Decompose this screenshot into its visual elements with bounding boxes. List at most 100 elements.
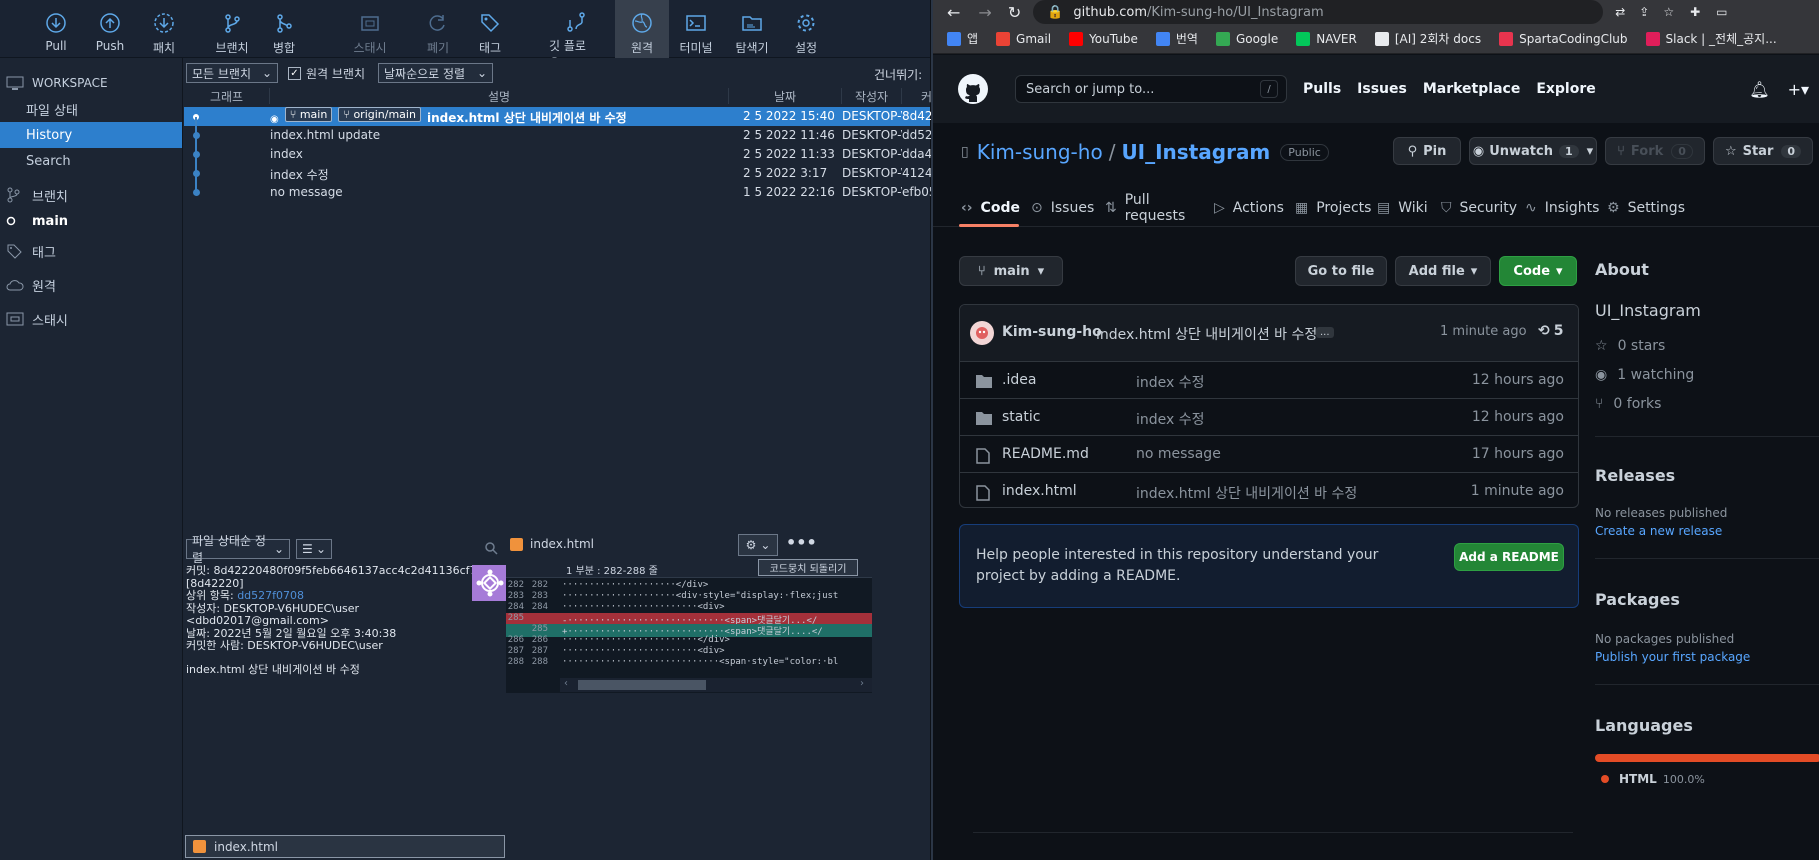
create-release-link[interactable]: Create a new release bbox=[1595, 524, 1722, 538]
add-file-button[interactable]: Add file ▾ bbox=[1395, 256, 1491, 286]
commit-row[interactable]: index.html update 2 5 2022 11:46 DESKTOP-V… bbox=[184, 126, 944, 145]
commit-row[interactable]: no message1 5 2022 22:16DESKTOP-V6HUDefb… bbox=[184, 183, 944, 202]
github-logo-icon[interactable] bbox=[957, 73, 989, 105]
tab-security[interactable]: ⛉ Security bbox=[1441, 190, 1517, 226]
tags-section[interactable]: 태그 bbox=[0, 238, 182, 264]
github-nav-explore[interactable]: Explore bbox=[1536, 81, 1595, 97]
github-nav-pulls[interactable]: Pulls bbox=[1303, 81, 1341, 97]
commit-row[interactable]: index2 5 2022 11:33DESKTOP-V6HUDdda4ef3 bbox=[184, 145, 944, 164]
toolbar-stash-button[interactable]: 스태시 bbox=[343, 0, 397, 58]
translate-icon[interactable]: ⇄ bbox=[1615, 5, 1625, 19]
sidebar-item-file-status[interactable]: 파일 상태 bbox=[0, 96, 182, 122]
github-nav-issues[interactable]: Issues bbox=[1357, 81, 1407, 97]
go-to-file-button[interactable]: Go to file bbox=[1295, 256, 1387, 286]
workspace-section[interactable]: WORKSPACE bbox=[0, 70, 182, 96]
scroll-left-icon[interactable]: ‹ bbox=[564, 678, 568, 689]
file-row[interactable]: README.md no message 17 hours ago bbox=[960, 435, 1578, 472]
file-row[interactable]: .idea index 수정 12 hours ago bbox=[960, 361, 1578, 398]
toolbar-remote-button[interactable]: 원격 bbox=[615, 0, 669, 58]
toolbar-git-flow-button[interactable]: 깃 플로우... bbox=[549, 0, 603, 70]
back-icon[interactable]: ← bbox=[947, 3, 960, 22]
bookmark-item[interactable]: [AI] 2회차 docs bbox=[1374, 30, 1481, 47]
last-commit-author[interactable]: Kim-sung-ho bbox=[1002, 324, 1102, 340]
bookmark-item[interactable]: Slack | _전체_공지... bbox=[1645, 30, 1777, 47]
file-sort-select[interactable]: 파일 상태순 정렬 ⌄ bbox=[186, 534, 290, 565]
last-commit-message[interactable]: index.html 상단 내비게이션 바 수정 bbox=[1096, 324, 1317, 344]
col-author[interactable]: 작성자 bbox=[842, 88, 902, 104]
list-mode-select[interactable]: ☰ ⌄ bbox=[296, 539, 332, 559]
branch-select[interactable]: ⑂ main ▾ bbox=[959, 256, 1063, 286]
unwatch-button[interactable]: ◉ Unwatch 1 ▾ bbox=[1469, 137, 1597, 165]
branch-tag[interactable]: ⑂ origin/main bbox=[338, 107, 421, 122]
tab-projects[interactable]: ▦ Projects bbox=[1295, 190, 1371, 226]
watching-stat[interactable]: ◉ 1 watching bbox=[1595, 367, 1694, 383]
tab-issues[interactable]: ⊙ Issues bbox=[1031, 190, 1094, 226]
stashes-section[interactable]: 스태시 bbox=[0, 306, 182, 332]
toolbar-explorer-button[interactable]: 탐색기 bbox=[725, 0, 779, 58]
commit-row[interactable]: ◉ ⑂ main ⑂ origin/main index.html 상단 내비게이션 … bbox=[184, 107, 944, 126]
file-name[interactable]: static bbox=[1002, 409, 1040, 425]
language-item-html[interactable]: HTML 100.0% bbox=[1601, 772, 1705, 786]
horizontal-scrollbar[interactable]: ‹ › bbox=[560, 678, 872, 692]
branch-filter-select[interactable]: 모든 브랜치 ⌄ bbox=[186, 63, 278, 83]
packages-title[interactable]: Packages bbox=[1595, 590, 1680, 609]
releases-title[interactable]: Releases bbox=[1595, 466, 1675, 485]
file-name[interactable]: .idea bbox=[1002, 372, 1036, 388]
scroll-right-icon[interactable]: › bbox=[860, 678, 864, 689]
file-commit-message[interactable]: index 수정 bbox=[1136, 372, 1205, 392]
more-icon[interactable]: ••• bbox=[786, 533, 817, 552]
file-row[interactable]: static index 수정 12 hours ago bbox=[960, 398, 1578, 435]
parent-commit-link[interactable]: dd527f0708 bbox=[237, 589, 304, 602]
branch-tag[interactable]: ⑂ main bbox=[284, 107, 333, 122]
bookmark-item[interactable]: Google bbox=[1215, 31, 1278, 46]
bookmark-item[interactable]: 앱 bbox=[947, 30, 978, 47]
remote-branches-checkbox[interactable]: ✓ 원격 브랜치 bbox=[288, 65, 365, 82]
toolbar-branch-button[interactable]: 브랜치 bbox=[205, 0, 259, 58]
notifications-icon[interactable]: 🔔︎ bbox=[1749, 80, 1769, 99]
toolbar-fetch-button[interactable]: 패치 bbox=[137, 0, 191, 58]
revert-hunk-button[interactable]: 코드뭉치 되돌리기 bbox=[758, 559, 858, 576]
file-name[interactable]: README.md bbox=[1002, 446, 1089, 462]
file-commit-message[interactable]: index.html 상단 내비게이션 바 수정 bbox=[1136, 483, 1357, 503]
changed-file-row[interactable]: index.html bbox=[185, 835, 505, 858]
toolbar-settings-button[interactable]: 설정 bbox=[779, 0, 833, 58]
stars-stat[interactable]: ☆ 0 stars bbox=[1595, 338, 1665, 354]
create-new-icon[interactable]: +▾ bbox=[1788, 80, 1809, 99]
reload-icon[interactable]: ↻ bbox=[1008, 3, 1021, 22]
commit-row[interactable]: index 수정2 5 2022 3:17DESKTOP-V6HUD4124f6… bbox=[184, 164, 944, 183]
sort-select[interactable]: 날짜순으로 정렬 ⌄ bbox=[378, 63, 493, 83]
tab-insights[interactable]: ∿ Insights bbox=[1525, 190, 1599, 226]
search-icon[interactable] bbox=[484, 541, 498, 558]
star-icon[interactable]: ☆ bbox=[1663, 5, 1674, 19]
publish-package-link[interactable]: Publish your first package bbox=[1595, 650, 1750, 664]
tab-settings[interactable]: ⚙ Settings bbox=[1607, 190, 1685, 226]
file-commit-message[interactable]: index 수정 bbox=[1136, 409, 1205, 429]
bookmark-item[interactable]: 번역 bbox=[1155, 30, 1198, 47]
remotes-section[interactable]: 원격 bbox=[0, 272, 182, 298]
toolbar-pull-button[interactable]: Pull bbox=[29, 0, 83, 58]
file-row[interactable]: index.html index.html 상단 내비게이션 바 수정 1 minu… bbox=[960, 472, 1578, 507]
tab-actions[interactable]: ▷ Actions bbox=[1214, 190, 1284, 226]
commit-history-link[interactable]: ⟲ 5 bbox=[1538, 323, 1563, 339]
branches-section[interactable]: 브랜치 bbox=[0, 182, 182, 208]
media-icon[interactable]: ▭ bbox=[1716, 5, 1727, 19]
repo-name-link[interactable]: UI_Instagram bbox=[1121, 140, 1270, 164]
commit-ellipsis-button[interactable]: ... bbox=[1316, 327, 1334, 338]
file-commit-message[interactable]: no message bbox=[1136, 446, 1221, 462]
col-desc[interactable]: 설명 bbox=[270, 88, 729, 104]
tab-wiki[interactable]: ▤ Wiki bbox=[1377, 190, 1428, 226]
sidebar-item-history[interactable]: History bbox=[0, 122, 182, 148]
star-button[interactable]: ☆ Star 0 bbox=[1713, 137, 1813, 165]
scrollbar-thumb[interactable] bbox=[578, 680, 706, 690]
toolbar-terminal-button[interactable]: 터미널 bbox=[669, 0, 723, 58]
col-date[interactable]: 날짜 bbox=[729, 88, 842, 104]
github-search-input[interactable]: Search or jump to... / bbox=[1015, 75, 1287, 103]
forks-stat[interactable]: ⑂ 0 forks bbox=[1595, 396, 1661, 412]
code-button[interactable]: Code ▾ bbox=[1499, 256, 1577, 286]
file-name[interactable]: index.html bbox=[1002, 483, 1077, 499]
github-nav-marketplace[interactable]: Marketplace bbox=[1423, 81, 1520, 97]
diff-settings-button[interactable]: ⚙ ⌄ bbox=[738, 534, 778, 556]
branch-main[interactable]: main bbox=[0, 208, 182, 234]
address-bar[interactable]: 🔒 github.com/Kim-sung-ho/UI_Instagram bbox=[1033, 0, 1604, 24]
toolbar-push-button[interactable]: Push bbox=[83, 0, 137, 58]
